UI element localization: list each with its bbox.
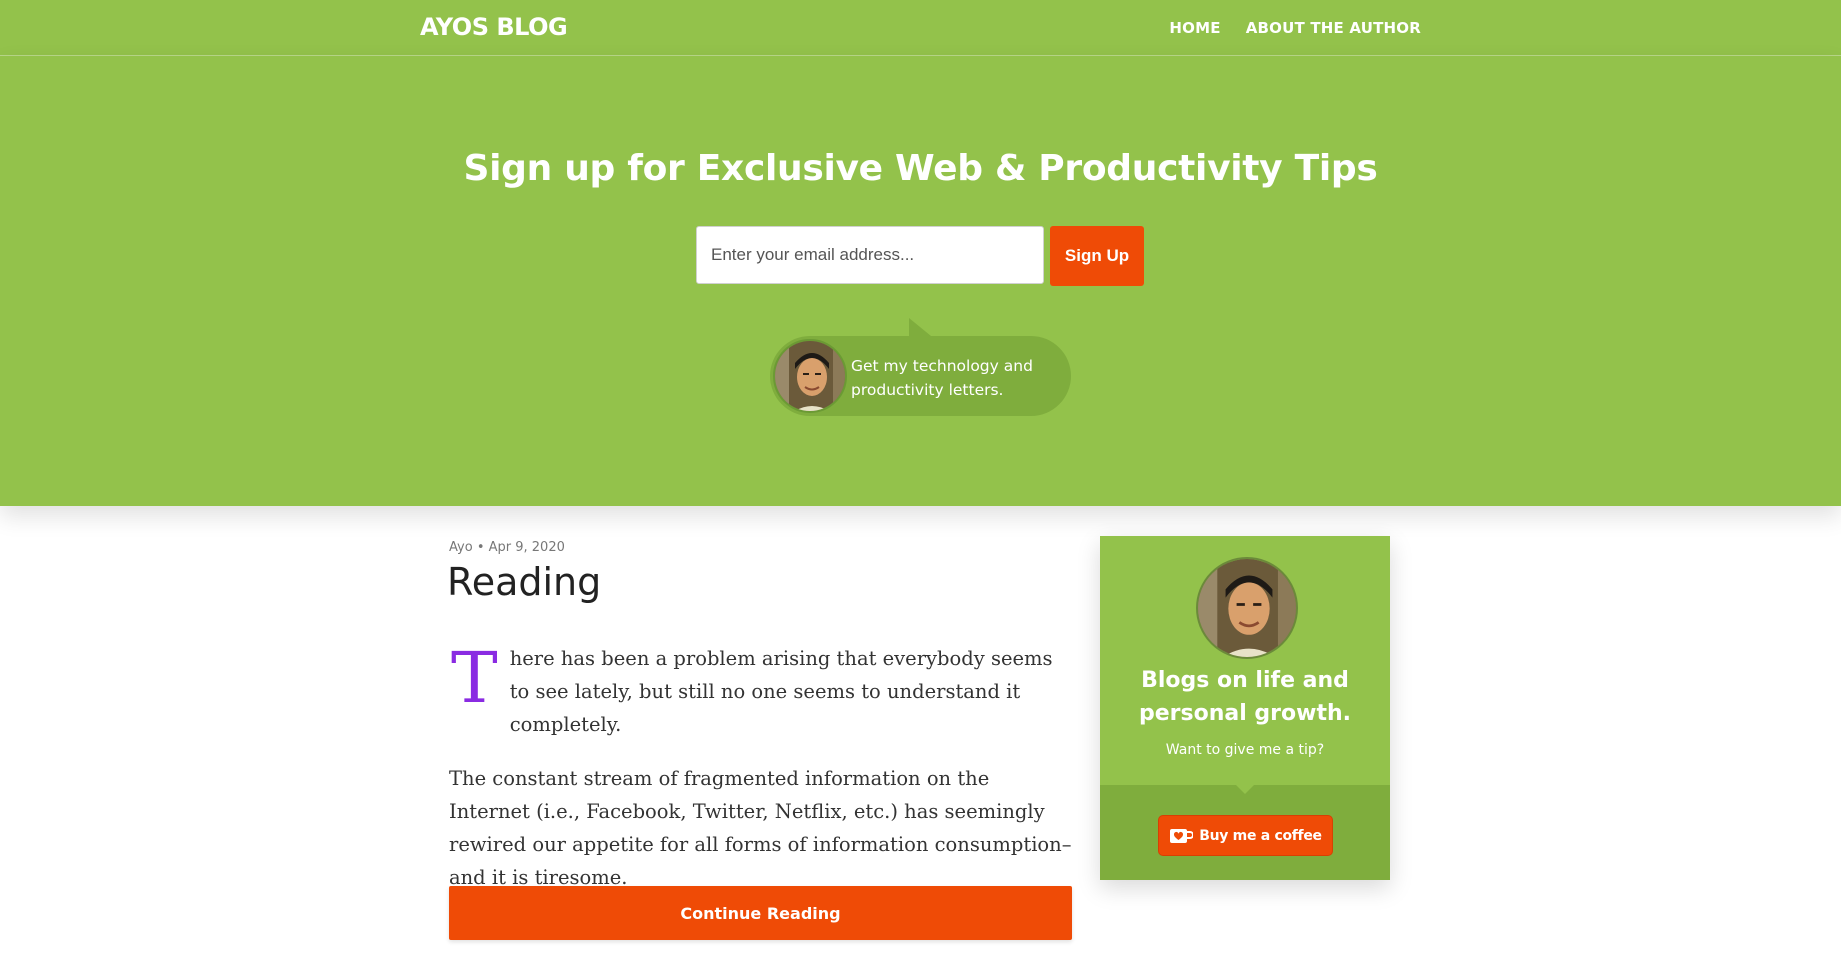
hero-section: Sign up for Exclusive Web & Productivity…: [0, 56, 1841, 506]
coffee-cup-icon: [1170, 828, 1194, 843]
hero-title: Sign up for Exclusive Web & Productivity…: [463, 148, 1378, 189]
avatar: [1196, 557, 1298, 659]
widget-subtitle: Want to give me a tip?: [1165, 742, 1325, 758]
post-author[interactable]: Ayo: [449, 540, 473, 555]
meta-separator: •: [476, 540, 485, 555]
nav-home-link[interactable]: HOME: [1169, 19, 1220, 37]
nav-about-link[interactable]: ABOUT THE AUTHOR: [1246, 19, 1421, 37]
coffee-label: Buy me a coffee: [1199, 827, 1322, 844]
excerpt-paragraph-1: There has been a problem arising that ev…: [449, 642, 1073, 741]
post-title[interactable]: Reading: [447, 560, 1073, 604]
nav-links: HOME ABOUT THE AUTHOR: [1169, 19, 1421, 37]
brand-logo[interactable]: AYOS BLOG: [420, 13, 568, 41]
navbar: AYOS BLOG HOME ABOUT THE AUTHOR: [0, 0, 1841, 56]
excerpt-paragraph-2: The constant stream of fragmented inform…: [449, 767, 1072, 889]
buy-me-a-coffee-button[interactable]: Buy me a coffee: [1158, 815, 1333, 856]
post-excerpt: There has been a problem arising that ev…: [449, 642, 1073, 915]
continue-reading-button[interactable]: Continue Reading: [449, 886, 1072, 940]
email-input[interactable]: [696, 226, 1044, 284]
signup-button[interactable]: Sign Up: [1050, 226, 1144, 286]
bubble-text: Get my technology and productivity lette…: [851, 357, 1033, 399]
signup-form: Sign Up: [696, 226, 1144, 286]
drop-cap: T: [451, 637, 498, 719]
avatar: [773, 339, 847, 413]
post-date: Apr 9, 2020: [488, 540, 565, 555]
avatar-photo: [1198, 559, 1296, 657]
widget-footer: Buy me a coffee: [1100, 785, 1390, 880]
paragraph-1-text: here has been a problem arising that eve…: [509, 647, 1053, 736]
widget-title: Blogs on life and personal growth.: [1138, 668, 1351, 726]
post-meta: Ayo • Apr 9, 2020: [449, 540, 1073, 555]
author-bubble: Get my technology and productivity lette…: [770, 318, 1071, 416]
avatar-photo: [775, 341, 845, 411]
post-card: Ayo • Apr 9, 2020 Reading There has been…: [447, 540, 1073, 940]
author-widget: Blogs on life and personal growth. Want …: [1100, 536, 1390, 880]
